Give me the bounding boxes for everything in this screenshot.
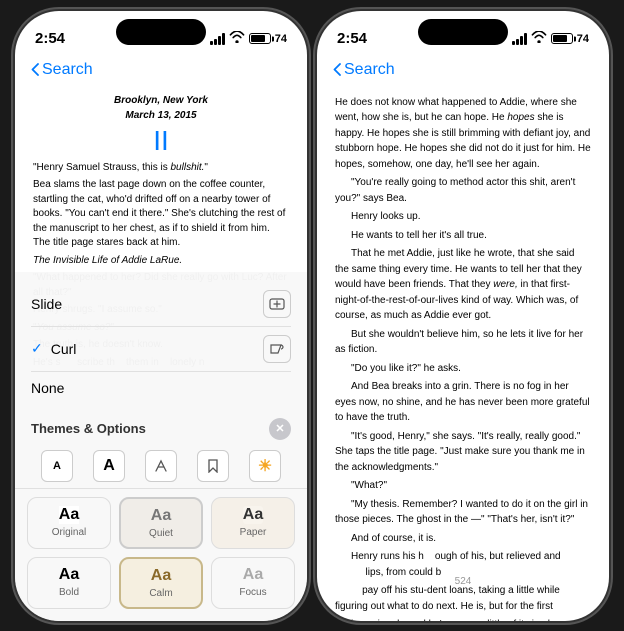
reading-toolbar: A A ☀	[15, 444, 307, 489]
right-para-6: But she wouldn't believe him, so he lets…	[335, 327, 591, 358]
none-label: None	[31, 380, 291, 396]
theme-original-aa: Aa	[59, 506, 79, 524]
left-phone: 2:54 74	[15, 11, 307, 621]
right-para-4: He wants to tell her it's all true.	[335, 228, 591, 244]
right-para-11: "My thesis. Remember? I wanted to do it …	[335, 497, 591, 528]
theme-original[interactable]: Aa Original	[27, 497, 111, 549]
theme-paper-aa: Aa	[243, 506, 263, 524]
right-para-12: And of course, it is.	[335, 531, 591, 547]
battery-icon	[249, 33, 271, 44]
slide-options: Slide ✓ Curl	[15, 272, 307, 410]
battery-percent: 74	[275, 33, 287, 45]
left-status-icons: 74	[210, 31, 287, 46]
dynamic-island	[116, 19, 206, 45]
font-small-button[interactable]: A	[41, 450, 73, 482]
right-para-10: "What?"	[335, 478, 591, 494]
right-battery-percent: 74	[577, 33, 589, 45]
slide-option-slide[interactable]: Slide	[31, 282, 291, 327]
slide-icon	[263, 290, 291, 318]
chapter-number: II	[33, 127, 289, 155]
theme-paper[interactable]: Aa Paper	[211, 497, 295, 549]
right-phone: 2:54 74	[317, 11, 609, 621]
right-para-3: Henry looks up.	[335, 209, 591, 225]
theme-original-label: Original	[52, 527, 86, 538]
theme-paper-label: Paper	[240, 527, 267, 538]
curl-label: Curl	[51, 341, 263, 357]
right-para-8: And Bea breaks into a grin. There is no …	[335, 379, 591, 426]
theme-bold-aa: Aa	[59, 566, 79, 584]
theme-grid: Aa Original Aa Quiet Aa Paper Aa Bold Aa	[15, 489, 307, 621]
brightness-button[interactable]: ☀	[249, 450, 281, 482]
right-back-label: Search	[344, 61, 395, 79]
signal-icon	[210, 33, 225, 45]
slide-option-none[interactable]: None	[31, 372, 291, 404]
theme-quiet-aa: Aa	[151, 507, 171, 525]
right-wifi-icon	[531, 31, 547, 46]
curl-icon	[263, 335, 291, 363]
bookmark-button[interactable]	[197, 450, 229, 482]
slide-option-curl[interactable]: ✓ Curl	[31, 327, 291, 372]
right-para-2: "You're really going to method actor thi…	[335, 175, 591, 206]
right-status-icons: 74	[512, 31, 589, 46]
right-book-content: He does not know what happened to Addie,…	[317, 85, 609, 621]
right-battery-icon	[551, 33, 573, 44]
right-para-9: "It's good, Henry," she says. "It's real…	[335, 429, 591, 476]
theme-focus-aa: Aa	[243, 566, 263, 584]
left-time: 2:54	[35, 30, 65, 47]
page-number: 524	[317, 572, 609, 591]
left-nav-bar: Search	[15, 55, 307, 85]
book-para-2: Bea slams the last page down on the coff…	[33, 178, 289, 251]
themes-header: Themes & Options ✕	[15, 410, 307, 444]
font-style-button[interactable]	[145, 450, 177, 482]
check-icon: ✓	[31, 340, 43, 357]
right-dynamic-island	[418, 19, 508, 45]
book-location: Brooklyn, New York March 13, 2015	[33, 93, 289, 123]
wifi-icon	[229, 31, 245, 46]
theme-calm-label: Calm	[149, 588, 172, 599]
bottom-panel: Slide ✓ Curl	[15, 272, 307, 621]
left-back-button[interactable]: Search	[31, 61, 93, 79]
right-para-5: That he met Addie, just like he wrote, t…	[335, 246, 591, 324]
theme-focus[interactable]: Aa Focus	[211, 557, 295, 609]
slide-label: Slide	[31, 296, 263, 312]
book-para-1: "Henry Samuel Strauss, this is bullshit.…	[33, 161, 289, 176]
theme-calm-aa: Aa	[151, 567, 171, 585]
right-para-7: "Do you like it?" he asks.	[335, 361, 591, 377]
theme-quiet-label: Quiet	[149, 528, 173, 539]
right-time: 2:54	[337, 30, 367, 47]
right-signal-icon	[512, 33, 527, 45]
theme-calm[interactable]: Aa Calm	[119, 557, 203, 609]
right-nav-bar: Search	[317, 55, 609, 85]
right-para-15: has: sim-ply, and he's seen so little of…	[335, 617, 591, 621]
font-large-button[interactable]: A	[93, 450, 125, 482]
left-back-label: Search	[42, 61, 93, 79]
book-para-3: The Invisible Life of Addie LaRue.	[33, 254, 289, 269]
right-back-button[interactable]: Search	[333, 61, 395, 79]
theme-bold[interactable]: Aa Bold	[27, 557, 111, 609]
theme-quiet[interactable]: Aa Quiet	[119, 497, 203, 549]
theme-bold-label: Bold	[59, 587, 79, 598]
theme-focus-label: Focus	[239, 587, 266, 598]
close-button[interactable]: ✕	[269, 418, 291, 440]
themes-title: Themes & Options	[31, 421, 146, 436]
right-para-1: He does not know what happened to Addie,…	[335, 95, 591, 173]
